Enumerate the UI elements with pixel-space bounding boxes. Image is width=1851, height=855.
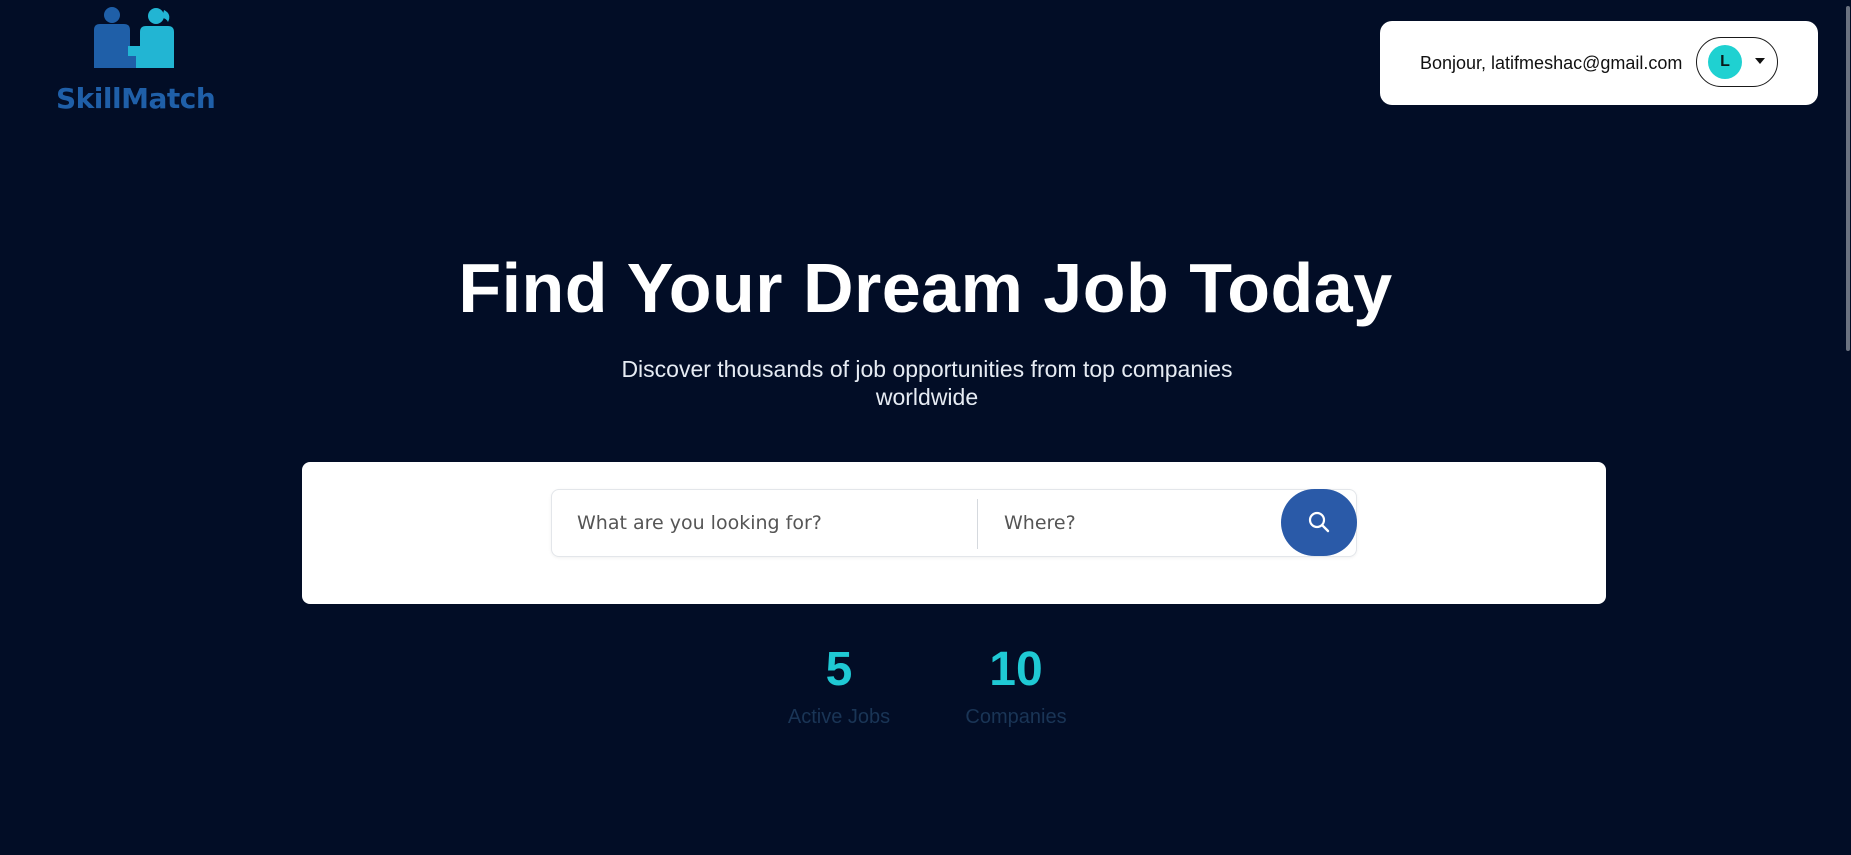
stat-companies: 10 Companies bbox=[955, 640, 1077, 730]
search-divider bbox=[977, 499, 978, 549]
user-menu-button[interactable]: L bbox=[1696, 37, 1778, 87]
logo-icon bbox=[94, 7, 174, 68]
stat-label: Active Jobs bbox=[787, 706, 891, 728]
greeting-text: Bonjour, latifmeshac@gmail.com bbox=[1420, 53, 1683, 73]
page: SkillMatch Bonjour, latifmeshac@gmail.co… bbox=[0, 0, 1851, 855]
location-input[interactable] bbox=[979, 490, 1269, 556]
user-card: Bonjour, latifmeshac@gmail.com L bbox=[1380, 21, 1818, 105]
stat-value: 10 bbox=[989, 643, 1043, 696]
scrollbar[interactable] bbox=[1845, 0, 1851, 855]
stat-value: 5 bbox=[825, 643, 853, 696]
scroll-thumb[interactable] bbox=[1846, 6, 1850, 351]
logo[interactable]: SkillMatch bbox=[56, 6, 216, 116]
stat-label: Companies bbox=[965, 706, 1067, 728]
caret-down-icon bbox=[1755, 58, 1765, 64]
search-bar bbox=[551, 489, 1357, 557]
job-search-input[interactable] bbox=[552, 490, 978, 556]
search-panel bbox=[302, 462, 1606, 604]
stat-active-jobs: 5 Active Jobs bbox=[778, 640, 900, 730]
hero-title: Find Your Dream Job Today bbox=[458, 249, 1393, 327]
logo-text: SkillMatch bbox=[56, 82, 216, 115]
hero-subtitle: Discover thousands of job opportunities … bbox=[621, 356, 1233, 410]
search-icon bbox=[1308, 511, 1330, 533]
search-button[interactable] bbox=[1281, 489, 1357, 556]
avatar: L bbox=[1708, 45, 1742, 79]
